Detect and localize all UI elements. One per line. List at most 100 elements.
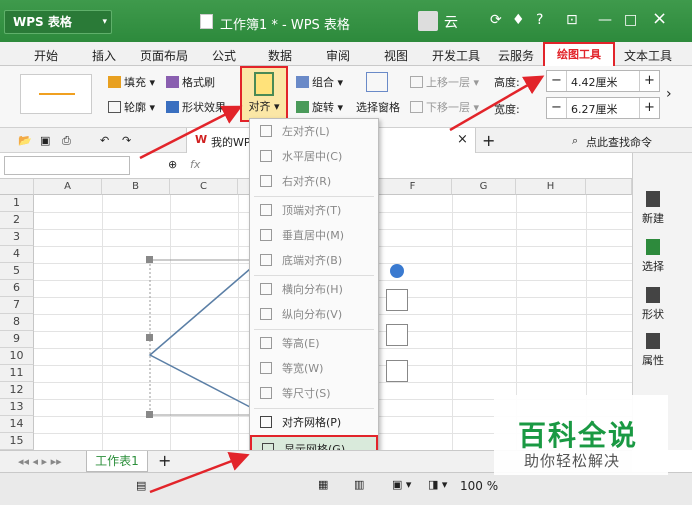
sidebar-item-select[interactable]: 选择 (633, 239, 673, 274)
same-height-icon (260, 337, 272, 349)
menu-item-distribute-horizontal[interactable]: 横向分布(H) (250, 277, 378, 302)
bring-forward-button[interactable]: 上移一层 ▾ (410, 74, 479, 90)
select-pane-icon (366, 72, 388, 92)
ribbon-expand-icon[interactable]: › (666, 86, 672, 102)
fill-button[interactable]: 填充 ▾ (108, 74, 155, 90)
rotate-button[interactable]: 旋转 ▾ (296, 99, 343, 115)
height-stepper[interactable]: − 4.42厘米 + (546, 70, 660, 92)
command-search[interactable]: 点此查找命令 (586, 134, 652, 150)
tab-developer[interactable]: 开发工具 (432, 47, 480, 64)
watermark-subtitle: 助你轻松解决 (524, 452, 621, 470)
tab-drawing-tools[interactable]: 绘图工具 (543, 42, 615, 66)
align-center-icon (260, 150, 272, 162)
sidebar-item-shape[interactable]: 形状 (633, 287, 673, 322)
user-label[interactable]: 云 (444, 12, 458, 32)
shape-fill-tool-icon[interactable] (386, 324, 408, 346)
sidebar-item-new[interactable]: 新建 (633, 191, 673, 226)
select-pane-button[interactable]: 选择窗格 (356, 99, 400, 115)
search-icon: ⌕ (572, 134, 579, 147)
undo-icon[interactable]: ↶ (100, 134, 109, 147)
restore-icon[interactable]: ⊡ (566, 12, 578, 28)
save-icon[interactable]: ▣ (40, 134, 50, 147)
sync-icon[interactable]: ⟳ (490, 12, 502, 28)
menu-item-same-height[interactable]: 等高(E) (250, 331, 378, 356)
width-label: 宽度: (494, 103, 520, 116)
normal-view-icon[interactable]: ▦ (318, 478, 328, 491)
tab-page-layout[interactable]: 页面布局 (140, 47, 188, 64)
maximize-icon[interactable]: □ (624, 12, 637, 28)
shape-outline-tool-icon[interactable] (386, 360, 408, 382)
status-bar: ▤ ▦ ▥ ▣ ▾ ◨ ▾ 100 % (0, 472, 692, 505)
width-stepper[interactable]: − 6.27厘米 + (546, 97, 660, 119)
menu-item-align-left[interactable]: 左对齐(L) (250, 119, 378, 144)
shape-style-tool-icon[interactable] (386, 289, 408, 311)
height-value: 4.42厘米 (571, 76, 618, 89)
minimize-icon[interactable]: — (598, 12, 612, 28)
sheet-tab[interactable]: 工作表1 (86, 451, 148, 472)
tab-insert[interactable]: 插入 (92, 47, 116, 64)
collapse-icon[interactable] (390, 264, 404, 278)
same-width-icon (260, 362, 272, 374)
macro-icon[interactable]: ▤ (136, 479, 146, 492)
properties-icon (646, 333, 660, 349)
menu-item-same-size[interactable]: 等尺寸(S) (250, 381, 378, 406)
outline-icon (108, 101, 121, 113)
height-increase-button[interactable]: + (639, 71, 659, 91)
align-middle-icon (260, 229, 272, 241)
print-icon[interactable]: ⎙ (62, 134, 71, 148)
zoom-icon: ⊕ (168, 158, 178, 171)
align-left-icon (260, 125, 272, 137)
brush-icon (166, 76, 179, 88)
add-sheet-button[interactable]: + (158, 451, 171, 470)
help-icon[interactable]: ? (536, 12, 543, 28)
new-tab-icon[interactable]: + (482, 131, 495, 150)
page-break-view-icon[interactable]: ▣ ▾ (392, 478, 411, 491)
document-icon (200, 14, 213, 29)
width-decrease-button[interactable]: − (547, 98, 567, 118)
app-menu-button[interactable]: WPS 表格 ▾ (4, 10, 112, 34)
outline-button[interactable]: 轮廓 ▾ (108, 99, 155, 115)
avatar[interactable] (418, 11, 438, 31)
tab-cloud[interactable]: 云服务 (498, 47, 534, 64)
menu-item-align-center[interactable]: 水平居中(C) (250, 144, 378, 169)
page-view-icon[interactable]: ▥ (354, 478, 364, 491)
name-box[interactable] (4, 156, 130, 175)
shape-style-gallery[interactable] (20, 74, 92, 114)
menu-item-same-width[interactable]: 等宽(W) (250, 356, 378, 381)
tab-text-tools[interactable]: 文本工具 (624, 47, 672, 64)
reading-view-icon[interactable]: ◨ ▾ (428, 478, 447, 491)
close-icon[interactable]: × (652, 8, 667, 29)
menu-item-snap-to-grid[interactable]: 对齐网格(P) (250, 410, 378, 435)
tab-view[interactable]: 视图 (384, 47, 408, 64)
send-backward-button[interactable]: 下移一层 ▾ (410, 99, 479, 115)
window-title: 工作簿1 * - WPS 表格 (220, 18, 350, 33)
title-bar: WPS 表格 ▾ 工作簿1 * - WPS 表格 云 ⟳ ♦ ? ⊡ — □ × (0, 0, 692, 42)
align-icon (254, 72, 274, 96)
distribute-vertical-icon (260, 308, 272, 320)
menu-item-align-bottom[interactable]: 底端对齐(B) (250, 248, 378, 273)
sheet-nav-icon[interactable]: ◂◂ ◂ ▸ ▸▸ (18, 455, 62, 468)
zoom-level[interactable]: 100 % (460, 479, 498, 493)
width-increase-button[interactable]: + (639, 98, 659, 118)
group-button[interactable]: 组合 ▾ (296, 74, 343, 90)
tab-formula[interactable]: 公式 (212, 47, 236, 64)
close-tab-icon[interactable]: × (457, 132, 468, 147)
menu-item-align-middle[interactable]: 垂直居中(M) (250, 223, 378, 248)
align-dropdown-menu: 左对齐(L) 水平居中(C) 右对齐(R) 顶端对齐(T) 垂直居中(M) 底端… (249, 118, 379, 464)
tab-home[interactable]: 开始 (34, 47, 58, 64)
fx-label: fx (190, 158, 201, 171)
sidebar-item-properties[interactable]: 属性 (633, 333, 673, 368)
menu-item-align-right[interactable]: 右对齐(R) (250, 169, 378, 194)
menu-item-align-top[interactable]: 顶端对齐(T) (250, 198, 378, 223)
menu-item-distribute-vertical[interactable]: 纵向分布(V) (250, 302, 378, 327)
tab-review[interactable]: 审阅 (326, 47, 350, 64)
shape-effect-button[interactable]: 形状效果 (166, 99, 226, 115)
format-brush-button[interactable]: 格式刷 (166, 74, 215, 90)
height-decrease-button[interactable]: − (547, 71, 567, 91)
align-button[interactable]: 对齐 ▾ (240, 66, 288, 122)
align-bottom-icon (260, 254, 272, 266)
skin-icon[interactable]: ♦ (512, 12, 525, 28)
redo-icon[interactable]: ↷ (122, 134, 131, 147)
open-icon[interactable]: 📂 (18, 134, 32, 147)
tab-data[interactable]: 数据 (268, 47, 292, 64)
